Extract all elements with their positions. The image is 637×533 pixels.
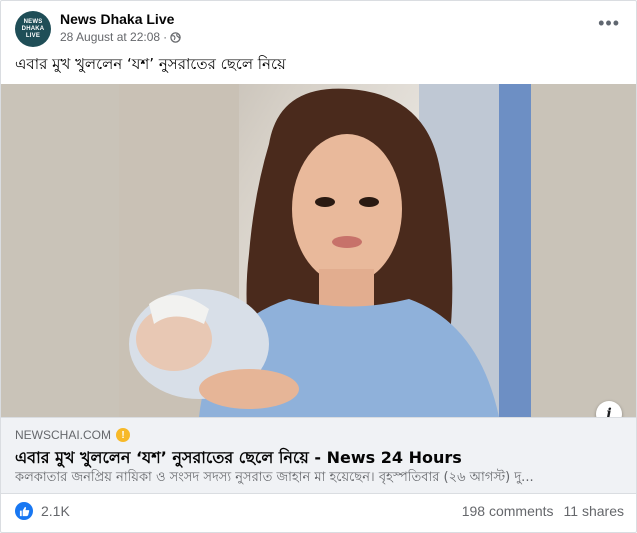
meta-separator: · — [163, 30, 168, 44]
link-preview[interactable]: NEWSCHAI.COM ! এবার মুখ খুললেন ‘যশ’ নুসর… — [1, 417, 636, 494]
like-icon[interactable] — [15, 502, 33, 520]
post-caption: এবার মুখ খুললেন ‘যশ’ নুসরাতের ছেলে নিয়ে — [15, 55, 286, 73]
warning-icon[interactable]: ! — [116, 428, 130, 442]
avatar-text: NEWS DHAKA LIVE — [21, 18, 45, 39]
photo-area — [119, 84, 531, 417]
page-avatar[interactable]: NEWS DHAKA LIVE — [15, 11, 51, 47]
info-icon[interactable]: i — [596, 401, 622, 417]
link-domain-text: NEWSCHAI.COM — [15, 428, 111, 442]
more-options-icon[interactable]: ••• — [598, 14, 620, 32]
post-card: NEWS DHAKA LIVE News Dhaka Live 28 Augus… — [0, 0, 637, 533]
thumbs-up-icon — [19, 506, 29, 516]
link-title-text: এবার মুখ খুললেন ‘যশ’ নুসরাতের ছেলে নিয়ে — [15, 448, 309, 467]
shares-count[interactable]: 11 shares — [564, 503, 624, 519]
photo-illustration — [119, 84, 531, 417]
post-timestamp[interactable]: 28 August at 22:08 — [60, 30, 160, 44]
link-domain: NEWSCHAI.COM ! — [15, 428, 130, 442]
link-description: কলকাতার জনপ্রিয় নায়িকা ও সংসদ সদস্য নু… — [15, 470, 534, 485]
post-image[interactable]: i — [1, 84, 636, 417]
reaction-count[interactable]: 2.1K — [41, 503, 70, 519]
post-footer: 2.1K 198 comments 11 shares — [15, 500, 624, 522]
post-meta: 28 August at 22:08 · — [60, 30, 181, 44]
engagement-stats: 198 comments 11 shares — [462, 503, 624, 519]
comments-count[interactable]: 198 comments — [462, 503, 554, 519]
link-source: - News 24 Hours — [308, 448, 462, 467]
post-header: NEWS DHAKA LIVE News Dhaka Live 28 Augus… — [15, 11, 626, 47]
globe-icon — [170, 31, 181, 43]
page-name-link[interactable]: News Dhaka Live — [60, 11, 174, 27]
